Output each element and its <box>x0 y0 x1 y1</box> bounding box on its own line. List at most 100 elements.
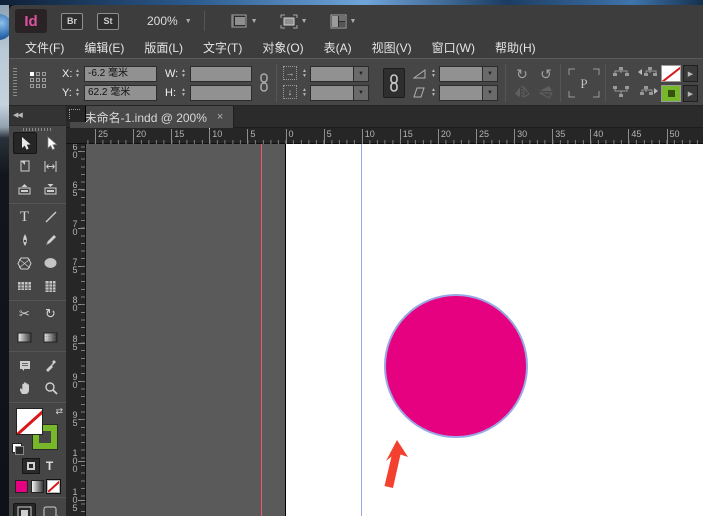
x-input[interactable]: -6.2 毫米 <box>84 66 157 82</box>
ellipse-object[interactable] <box>384 294 528 438</box>
canvas[interactable] <box>86 144 703 516</box>
tool-direct-selection[interactable] <box>39 132 63 154</box>
tool-pen[interactable] <box>13 229 37 251</box>
tool-hand[interactable] <box>13 377 37 399</box>
scale-x-icon: → <box>283 66 297 80</box>
bleed-guide[interactable] <box>261 144 262 516</box>
apply-gradient-swatch[interactable] <box>31 479 44 493</box>
ruler-origin-corner[interactable] <box>66 106 86 122</box>
tool-zoom[interactable] <box>39 377 63 399</box>
tool-vertical-grid[interactable] <box>39 275 63 297</box>
w-stepper[interactable]: ▲ ▼ <box>179 66 188 82</box>
bridge-button[interactable]: Br <box>61 12 83 30</box>
flip-vertical-button[interactable] <box>536 85 556 102</box>
tool-horizontal-grid[interactable] <box>13 275 37 297</box>
flip-horizontal-button[interactable] <box>512 85 532 102</box>
menu-item-3[interactable]: 文字(T) <box>193 37 252 58</box>
y-stepper[interactable]: ▲ ▼ <box>73 85 82 101</box>
margin-guide[interactable] <box>361 144 362 516</box>
shear-stepper[interactable]: ▲ ▼ <box>429 85 438 101</box>
menu-item-4[interactable]: 对象(O) <box>252 37 313 58</box>
menu-item-5[interactable]: 表(A) <box>314 37 362 58</box>
h-ruler-label: 15 <box>171 129 184 144</box>
zoom-level-dropdown[interactable]: 200% ▼ <box>143 12 196 30</box>
select-content-down-icon[interactable] <box>610 85 632 98</box>
h-ruler-label: 10 <box>361 129 375 144</box>
vertical-ruler[interactable]: 60 65 70 75 80 85 90 95 100 105 <box>66 144 86 516</box>
rotation-stepper[interactable]: ▲ ▼ <box>429 66 438 82</box>
formatting-affects-text-button[interactable]: T <box>46 459 53 473</box>
apply-color-swatch[interactable] <box>15 479 28 493</box>
arrange-documents-button[interactable]: ▼ <box>325 12 362 31</box>
tool-gap[interactable] <box>39 155 63 177</box>
scale-x-combo[interactable]: ▼ <box>310 66 369 82</box>
constrain-scale-link-icon[interactable] <box>383 68 405 98</box>
tool-pencil[interactable] <box>39 229 63 251</box>
stroke-color-swatch[interactable] <box>661 85 681 102</box>
menu-item-0[interactable]: 文件(F) <box>15 37 74 58</box>
constrain-wh-link-icon[interactable] <box>257 73 271 98</box>
tool-scissors[interactable]: ✂ <box>13 303 37 325</box>
select-previous-object-icon[interactable] <box>637 66 659 79</box>
divider <box>505 64 506 102</box>
tool-gradient-feather[interactable] <box>39 326 63 348</box>
horizontal-ruler[interactable]: 25 20 15 10 5 0 5 10 15 20 25 30 35 40 45 50 <box>66 128 703 144</box>
tool-selection[interactable] <box>12 132 37 154</box>
screen-mode-normal-button[interactable] <box>12 502 36 516</box>
x-stepper[interactable]: ▲ ▼ <box>73 66 82 82</box>
screen-mode-preview-button[interactable] <box>40 503 63 516</box>
h-ruler-label: 20 <box>133 129 146 144</box>
tool-polygon-frame[interactable] <box>13 252 37 274</box>
menu-item-1[interactable]: 编辑(E) <box>74 37 134 58</box>
document-tab[interactable]: *未命名-1.indd @ 200% × <box>70 106 235 128</box>
tool-content-placer[interactable] <box>39 178 63 200</box>
tool-ellipse[interactable] <box>39 252 63 274</box>
menu-item-7[interactable]: 窗口(W) <box>422 37 485 58</box>
v-ruler-label: 95 <box>69 411 85 428</box>
apply-none-swatch[interactable] <box>46 478 61 494</box>
stock-button[interactable]: St <box>97 12 119 30</box>
select-container-up-icon[interactable] <box>610 66 632 79</box>
menu-item-2[interactable]: 版面(L) <box>134 37 193 58</box>
tool-content-collector[interactable] <box>13 178 37 200</box>
tool-page[interactable] <box>13 155 37 177</box>
swap-fill-stroke-icon[interactable]: ⇄ <box>55 406 63 417</box>
menu-item-6[interactable]: 视图(V) <box>362 37 422 58</box>
chevron-down-icon: ▼ <box>300 17 308 25</box>
h-stepper[interactable]: ▲ ▼ <box>179 85 188 101</box>
shear-combo[interactable]: ▼ <box>439 85 498 101</box>
w-input[interactable] <box>190 66 252 82</box>
rotation-combo[interactable]: ▼ <box>439 66 498 82</box>
rotate-cw-button[interactable]: ↻ <box>512 66 532 82</box>
tool-line[interactable] <box>39 206 63 228</box>
panel-grip[interactable] <box>13 68 17 98</box>
h-ruler-label: 25 <box>476 129 489 144</box>
tool-type[interactable]: T <box>13 206 37 228</box>
h-ruler-label: 30 <box>514 129 527 144</box>
fill-options-button[interactable]: ▶ <box>683 65 698 82</box>
stroke-options-button[interactable]: ▶ <box>683 85 698 102</box>
fill-swatch[interactable] <box>16 408 43 435</box>
y-input[interactable]: 62.2 毫米 <box>84 85 157 101</box>
paragraph-style-badge[interactable]: P <box>567 67 601 104</box>
tool-free-transform[interactable]: ↻ <box>39 303 63 325</box>
scale-x-stepper[interactable]: ▲ ▼ <box>300 66 309 82</box>
screen-mode-button[interactable]: ▼ <box>275 12 313 31</box>
formatting-affects-container-button[interactable] <box>21 458 40 474</box>
view-options-button[interactable]: ▼ <box>225 12 263 31</box>
collapse-panel-button[interactable]: ◀◀ <box>9 106 66 126</box>
rotate-ccw-button[interactable]: ↺ <box>536 66 556 82</box>
menu-item-8[interactable]: 帮助(H) <box>485 37 546 58</box>
h-input[interactable] <box>190 85 252 101</box>
default-fill-stroke-icon[interactable] <box>12 443 24 455</box>
h-ruler-label: 25 <box>95 129 108 144</box>
tool-gradient-swatch[interactable] <box>13 326 37 348</box>
scale-y-combo[interactable]: ▼ <box>310 85 369 101</box>
tool-note[interactable] <box>13 354 37 376</box>
tool-eyedropper[interactable] <box>39 354 63 376</box>
fill-color-swatch[interactable] <box>661 65 681 82</box>
reference-point-proxy[interactable] <box>30 72 50 92</box>
select-next-object-icon[interactable] <box>637 85 659 98</box>
close-icon[interactable]: × <box>217 111 223 123</box>
scale-y-stepper[interactable]: ▲ ▼ <box>300 85 309 101</box>
